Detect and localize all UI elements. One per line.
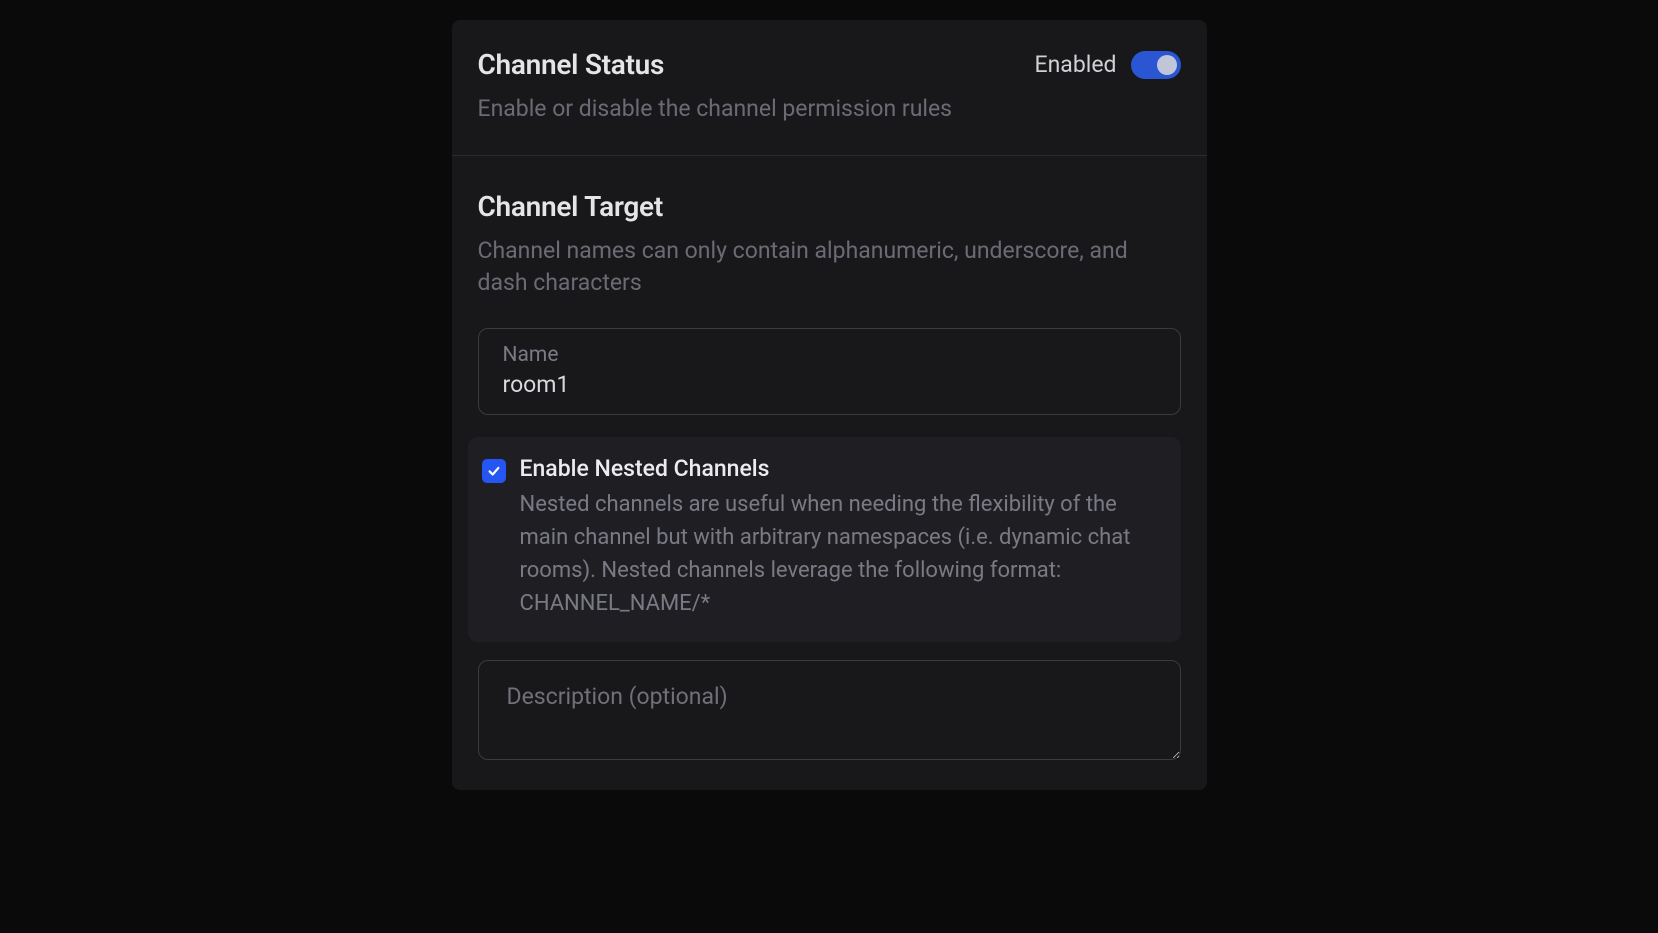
settings-panel: Channel Status Enabled Enable or disable… (452, 20, 1207, 790)
name-field-label: Name (503, 343, 1156, 367)
description-field-box (478, 660, 1181, 760)
nested-channels-box: Enable Nested Channels Nested channels a… (468, 437, 1181, 642)
name-input[interactable] (503, 371, 1156, 398)
channel-target-subtitle: Channel names can only contain alphanume… (478, 235, 1181, 299)
nested-title: Enable Nested Channels (520, 455, 1161, 482)
status-toggle-group: Enabled (1035, 51, 1181, 79)
channel-status-subtitle: Enable or disable the channel permission… (478, 93, 1181, 125)
name-field-box: Name (478, 328, 1181, 415)
check-icon (487, 464, 501, 478)
channel-target-title: Channel Target (478, 190, 1181, 223)
channel-target-section: Channel Target Channel names can only co… (452, 156, 1207, 789)
nested-content: Enable Nested Channels Nested channels a… (520, 455, 1161, 620)
toggle-knob-icon (1157, 55, 1177, 75)
status-header-row: Channel Status Enabled (478, 48, 1181, 81)
description-textarea[interactable] (479, 661, 1180, 759)
nested-checkbox[interactable] (482, 459, 506, 483)
status-toggle[interactable] (1131, 51, 1181, 79)
nested-description: Nested channels are useful when needing … (520, 488, 1161, 620)
channel-status-section: Channel Status Enabled Enable or disable… (452, 20, 1207, 156)
status-toggle-label: Enabled (1035, 51, 1117, 78)
channel-status-title: Channel Status (478, 48, 665, 81)
